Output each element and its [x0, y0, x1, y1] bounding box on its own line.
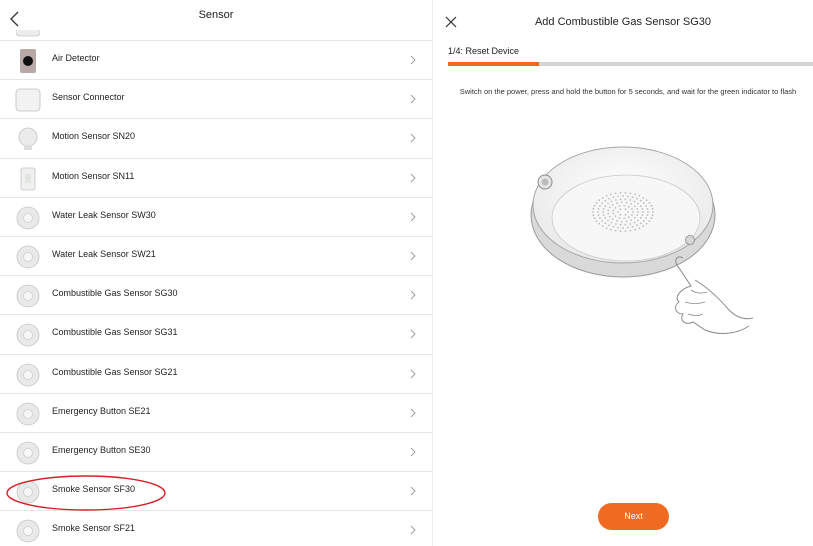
chevron-right-icon	[410, 251, 416, 261]
list-item[interactable]: Water Leak Sensor SW21	[0, 236, 432, 275]
chevron-right-icon	[410, 369, 416, 378]
chevron-right-icon	[410, 134, 416, 143]
water-leak-sensor-icon	[16, 245, 40, 269]
gas-sensor-icon	[16, 363, 40, 386]
motion-sensor-sn11-icon	[20, 167, 36, 190]
water-leak-sensor-icon	[16, 206, 40, 230]
list-item[interactable]: Emergency Button SE21	[0, 392, 432, 432]
emergency-button-icon	[16, 441, 40, 465]
smoke-sensor-icon	[16, 480, 40, 504]
step-progress-fill	[448, 62, 540, 66]
list-item-label: Combustible Gas Sensor SG21	[52, 366, 178, 377]
list-item-label: Emergency Button SE21	[52, 405, 151, 416]
air-detector-icon	[20, 49, 36, 73]
gas-sensor-icon	[16, 323, 40, 347]
chevron-right-icon	[410, 94, 416, 104]
add-device-pane: Add Combustible Gas Sensor SG30 1/4: Res…	[433, 0, 813, 546]
list-item[interactable]: Sensor Connector	[0, 79, 432, 118]
list-item[interactable]: Water Leak Sensor SW30	[0, 196, 432, 236]
list-item-label: Motion Sensor SN11	[52, 170, 135, 181]
chevron-right-icon	[410, 486, 416, 496]
next-button[interactable]: Next	[598, 503, 669, 530]
chevron-right-icon	[410, 212, 416, 222]
step-label: 1/4: Reset Device	[448, 46, 520, 56]
page-title: Sensor	[198, 9, 234, 21]
gas-sensor-icon	[16, 284, 40, 308]
list-item-label: Motion Sensor SN20	[52, 131, 136, 142]
list-header: Sensor	[0, 0, 432, 40]
sensor-connector-icon	[15, 88, 41, 112]
device-list-pane: Sensor Air Detector Sensor Connector Motio…	[0, 0, 432, 546]
list-item[interactable]: Combustible Gas Sensor SG30	[0, 275, 432, 314]
list-item[interactable]: Combustible Gas Sensor SG21	[0, 353, 432, 393]
list-item-label: Sensor Connector	[52, 92, 125, 103]
step-progress-bar	[448, 62, 813, 66]
smoke-sensor-icon	[16, 519, 40, 543]
list-item-label: Combustible Gas Sensor SG30	[52, 288, 178, 299]
list-item-label: Emergency Button SE30	[52, 445, 151, 455]
device-thumbnail-icon	[16, 30, 40, 37]
chevron-right-icon	[410, 447, 416, 457]
list-item[interactable]: Emergency Button SE30	[0, 432, 432, 471]
chevron-right-icon	[410, 330, 416, 339]
list-item[interactable]: Smoke Sensor SF30	[0, 471, 432, 510]
list-item-label: Combustible Gas Sensor SG31	[52, 327, 178, 338]
list-item-label: Smoke Sensor SF30	[52, 484, 136, 495]
motion-sensor-sn20-icon	[18, 127, 38, 151]
reset-instruction-text: Switch on the power, press and hold the …	[459, 87, 797, 96]
list-item[interactable]: Air Detector	[0, 40, 432, 79]
chevron-right-icon	[410, 408, 416, 418]
list-item-label: Water Leak Sensor SW21	[52, 249, 156, 259]
dialog-title: Add Combustible Gas Sensor SG30	[534, 16, 712, 28]
chevron-right-icon	[410, 173, 416, 182]
chevron-right-icon	[410, 526, 416, 535]
list-item[interactable]: Smoke Sensor SF21	[0, 510, 432, 546]
list-item-label: Air Detector	[52, 53, 100, 63]
list-item-label: Smoke Sensor SF21	[52, 523, 136, 534]
emergency-button-icon	[16, 402, 40, 426]
chevron-right-icon	[410, 290, 416, 300]
list-item-label: Water Leak Sensor SW30	[52, 209, 156, 220]
list-item[interactable]: Combustible Gas Sensor SG31	[0, 314, 432, 353]
chevron-right-icon	[410, 55, 416, 65]
device-reset-illustration	[530, 146, 753, 334]
list-item[interactable]: Motion Sensor SN11	[0, 157, 432, 197]
list-item[interactable]: Motion Sensor SN20	[0, 118, 432, 157]
